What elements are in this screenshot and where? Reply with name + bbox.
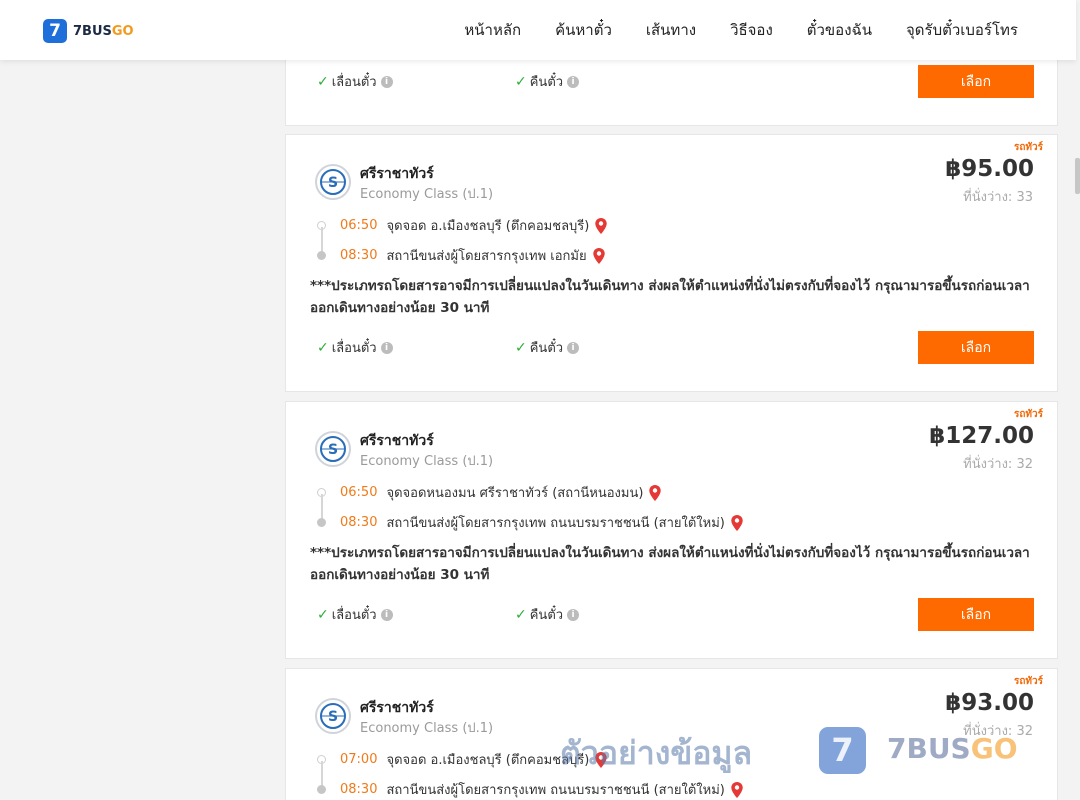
map-pin-icon[interactable] xyxy=(594,217,608,235)
departure-place: จุดจอด อ.เมืองชลบุรี (ตึกคอมชลบุรี) xyxy=(386,753,590,768)
seats-available: ที่นั่งว่าง: 33 xyxy=(963,190,1033,205)
check-icon: ✓ xyxy=(317,73,329,90)
arrival-time: 08:30 xyxy=(340,248,378,263)
bus-class: Economy Class (ป.1) xyxy=(360,721,494,736)
arrival-dot xyxy=(317,785,326,794)
refund-label: คืนตั๋ว xyxy=(529,75,564,90)
reschedule-feature: ✓ เลื่อนตั๋ว i xyxy=(317,337,393,358)
departure-stop: 06:50 จุดจอด อ.เมืองชลบุรี (ตึกคอมชลบุรี… xyxy=(340,215,608,236)
map-pin-icon[interactable] xyxy=(730,781,744,799)
reschedule-label: เลื่อนตั๋ว xyxy=(331,341,377,356)
reschedule-feature: ✓ เลื่อนตั๋ว i xyxy=(317,71,393,92)
operator-logo: S xyxy=(315,431,351,467)
arrival-stop: 08:30 สถานีขนส่งผู้โดยสารกรุงเทพ ถนนบรมร… xyxy=(340,512,744,533)
departure-place: จุดจอดหนองมน ศรีราชาทัวร์ (สถานีหนองมน) xyxy=(386,486,644,501)
bus-class: Economy Class (ป.1) xyxy=(360,454,494,469)
check-icon: ✓ xyxy=(515,606,527,623)
trip-card: รถทัวร์ S ศรีราชาทัวร์ Economy Class (ป.… xyxy=(285,401,1058,659)
watermark-brand: 7BUSGO xyxy=(887,732,1018,765)
arrival-dot xyxy=(317,251,326,260)
seats-available: ที่นั่งว่าง: 32 xyxy=(963,457,1033,472)
nav-home[interactable]: หน้าหลัก xyxy=(464,18,521,42)
svg-text:S: S xyxy=(328,175,338,191)
nav-ticket-pickup-phone[interactable]: จุดรับตั๋วเบอร์โทร xyxy=(906,18,1018,42)
departure-place: จุดจอด อ.เมืองชลบุรี (ตึกคอมชลบุรี) xyxy=(386,219,590,234)
arrival-stop: 08:30 สถานีขนส่งผู้โดยสารกรุงเทพ ถนนบรมร… xyxy=(340,779,744,800)
reschedule-label: เลื่อนตั๋ว xyxy=(331,608,377,623)
operator-logo: S xyxy=(315,698,351,734)
sample-data-watermark: ตัวอย่างข้อมูล xyxy=(560,734,753,772)
check-icon: ✓ xyxy=(317,339,329,356)
seat-change-notice: ***ประเภทรถโดยสารอาจมีการเปลี่ยนแปลงในวั… xyxy=(310,278,1030,316)
coach-ribbon: รถทัวร์ xyxy=(1013,409,1043,420)
arrival-time: 08:30 xyxy=(340,515,378,530)
nav-routes[interactable]: เส้นทาง xyxy=(646,18,696,42)
site-logo[interactable]: 7 7BUSGO xyxy=(43,19,134,43)
operator-name: ศรีราชาทัวร์ xyxy=(360,166,434,182)
svg-text:S: S xyxy=(328,709,338,725)
logo-text: 7BUSGO xyxy=(73,23,134,39)
map-pin-icon[interactable] xyxy=(592,247,606,265)
info-icon[interactable]: i xyxy=(380,341,393,354)
svg-text:S: S xyxy=(328,442,338,458)
map-pin-icon[interactable] xyxy=(730,514,744,532)
scrollbar-thumb[interactable] xyxy=(1075,158,1080,194)
departure-time: 07:00 xyxy=(340,752,378,767)
operator-name: ศรีราชาทัวร์ xyxy=(360,700,434,716)
arrival-stop: 08:30 สถานีขนส่งผู้โดยสารกรุงเทพ เอกมัย xyxy=(340,245,606,266)
check-icon: ✓ xyxy=(515,339,527,356)
main-nav: หน้าหลัก ค้นหาตั๋ว เส้นทาง วิธีจอง ตั๋วข… xyxy=(430,0,1018,60)
arrival-time: 08:30 xyxy=(340,782,378,797)
bus-class: Economy Class (ป.1) xyxy=(360,187,494,202)
watermark-logo-badge: 7 xyxy=(819,727,866,774)
select-button[interactable]: เลือก xyxy=(918,331,1034,364)
coach-ribbon: รถทัวร์ xyxy=(1013,142,1043,153)
refund-feature: ✓ คืนตั๋ว i xyxy=(515,604,580,625)
info-icon[interactable]: i xyxy=(567,341,580,354)
arrival-place: สถานีขนส่งผู้โดยสารกรุงเทพ ถนนบรมราชชนนี… xyxy=(386,783,725,798)
info-icon[interactable]: i xyxy=(380,75,393,88)
check-icon: ✓ xyxy=(515,73,527,90)
refund-feature: ✓ คืนตั๋ว i xyxy=(515,71,580,92)
info-icon[interactable]: i xyxy=(380,608,393,621)
departure-time: 06:50 xyxy=(340,218,378,233)
scrollbar-track[interactable] xyxy=(1076,0,1080,800)
seat-change-notice: ***ประเภทรถโดยสารอาจมีการเปลี่ยนแปลงในวั… xyxy=(310,545,1030,583)
price: ฿95.00 xyxy=(945,156,1034,182)
departure-time: 06:50 xyxy=(340,485,378,500)
price: ฿127.00 xyxy=(929,423,1034,449)
nav-my-tickets[interactable]: ตั๋วของฉัน xyxy=(807,18,872,42)
top-navbar: 7 7BUSGO หน้าหลัก ค้นหาตั๋ว เส้นทาง วิธี… xyxy=(0,0,1076,60)
refund-feature: ✓ คืนตั๋ว i xyxy=(515,337,580,358)
info-icon[interactable]: i xyxy=(567,608,580,621)
refund-label: คืนตั๋ว xyxy=(529,341,564,356)
check-icon: ✓ xyxy=(317,606,329,623)
select-button[interactable]: เลือก xyxy=(918,598,1034,631)
logo-badge: 7 xyxy=(43,19,67,43)
reschedule-label: เลื่อนตั๋ว xyxy=(331,75,377,90)
select-button[interactable]: เลือก xyxy=(918,65,1034,98)
info-icon[interactable]: i xyxy=(567,75,580,88)
arrival-place: สถานีขนส่งผู้โดยสารกรุงเทพ ถนนบรมราชชนนี… xyxy=(386,516,725,531)
nav-how-to-book[interactable]: วิธีจอง xyxy=(730,18,773,42)
nav-search-tickets[interactable]: ค้นหาตั๋ว xyxy=(555,18,612,42)
coach-ribbon: รถทัวร์ xyxy=(1013,676,1043,687)
trip-card: รถทัวร์ S ศรีราชาทัวร์ Economy Class (ป.… xyxy=(285,134,1058,392)
arrival-place: สถานีขนส่งผู้โดยสารกรุงเทพ เอกมัย xyxy=(386,249,587,264)
price: ฿93.00 xyxy=(945,690,1034,716)
refund-label: คืนตั๋ว xyxy=(529,608,564,623)
departure-stop: 06:50 จุดจอดหนองมน ศรีราชาทัวร์ (สถานีหน… xyxy=(340,482,662,503)
arrival-dot xyxy=(317,518,326,527)
reschedule-feature: ✓ เลื่อนตั๋ว i xyxy=(317,604,393,625)
operator-name: ศรีราชาทัวร์ xyxy=(360,433,434,449)
operator-logo: S xyxy=(315,164,351,200)
map-pin-icon[interactable] xyxy=(648,484,662,502)
